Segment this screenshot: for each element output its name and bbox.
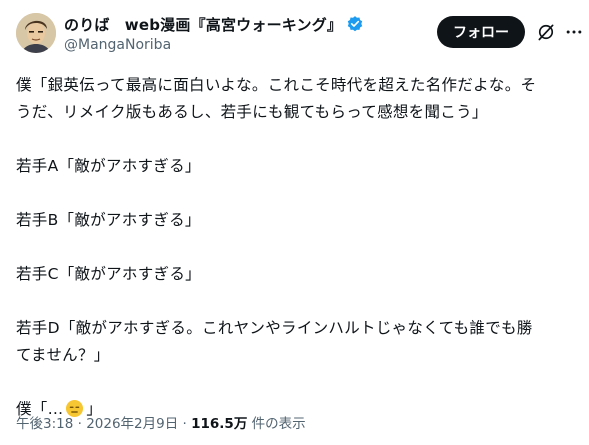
tweet-line: 若手A「敵がアホすぎる」 bbox=[16, 157, 201, 175]
tweet-text: 僕「銀英伝って最高に面白いよな。これこそ時代を超えた名作だよな。そ うだ、リメイ… bbox=[16, 72, 578, 423]
tweet-meta: 午後3:18 · 2026年2月9日 · 116.5万 件の表示 bbox=[16, 412, 306, 432]
verified-badge-icon bbox=[346, 15, 364, 33]
tweet-date[interactable]: 2026年2月9日 bbox=[86, 416, 178, 432]
tweet-line: うだ、リメイク版もあるし、若手にも観てもらって感想を聞こう」 bbox=[16, 103, 488, 121]
tweet-line: 若手B「敵がアホすぎる」 bbox=[16, 211, 201, 229]
avatar-illustration bbox=[16, 13, 56, 53]
tweet-header: のりば web漫画『高宮ウォーキング』 @MangaNoriba フォロー bbox=[16, 10, 584, 60]
view-count: 116.5万 bbox=[191, 416, 248, 432]
meta-separator: · bbox=[178, 416, 192, 432]
author-names: のりば web漫画『高宮ウォーキング』 @MangaNoriba bbox=[64, 14, 364, 53]
tweet-time[interactable]: 午後3:18 bbox=[16, 416, 73, 432]
tweet-line: てません？」 bbox=[16, 346, 110, 364]
tweet-line: 若手C「敵がアホすぎる」 bbox=[16, 265, 201, 283]
meta-separator: · bbox=[73, 416, 87, 432]
avatar[interactable] bbox=[16, 13, 56, 53]
user-handle[interactable]: @MangaNoriba bbox=[64, 37, 364, 53]
grok-icon[interactable] bbox=[536, 22, 556, 42]
display-name[interactable]: のりば web漫画『高宮ウォーキング』 bbox=[64, 14, 342, 35]
tweet-line: 若手D「敵がアホすぎる。これヤンやラインハルトじゃなくても誰でも勝 bbox=[16, 319, 533, 337]
view-count-suffix: 件の表示 bbox=[247, 416, 306, 432]
more-options-icon[interactable] bbox=[564, 22, 584, 42]
follow-button[interactable]: フォロー bbox=[437, 16, 525, 48]
tweet-line: 僕「銀英伝って最高に面白いよな。これこそ時代を超えた名作だよな。そ bbox=[16, 76, 537, 94]
